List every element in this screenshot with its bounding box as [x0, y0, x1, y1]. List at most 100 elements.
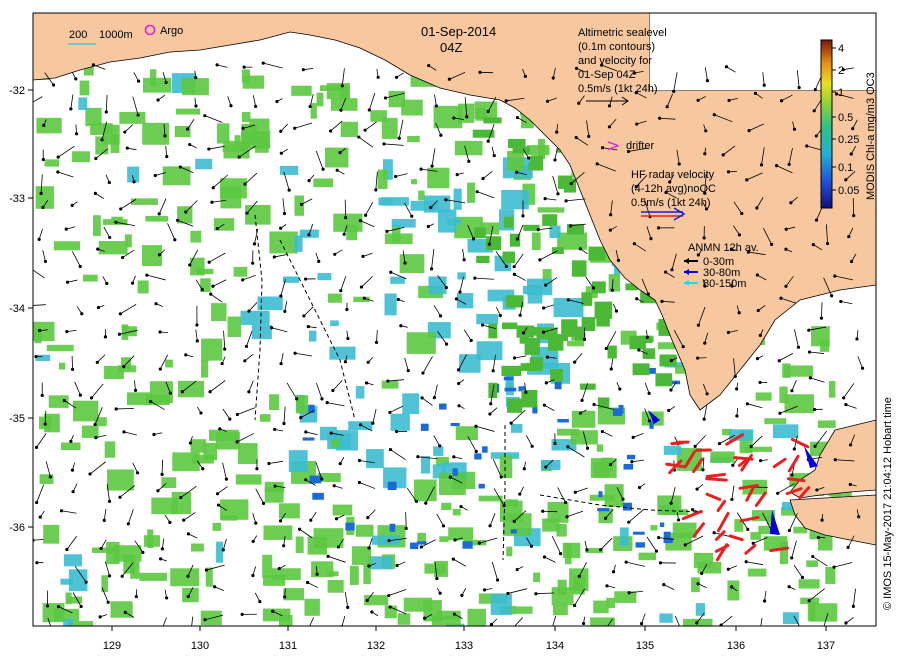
velocity-arrow-head: [201, 467, 205, 471]
chl-patch-high: [345, 522, 355, 531]
velocity-arrow-head: [79, 604, 83, 609]
velocity-arrow-head: [307, 627, 310, 630]
chl-patch-high: [623, 463, 634, 470]
isobath-label-1000: 1000m: [99, 29, 133, 41]
velocity-arrow-head: [830, 294, 834, 298]
chl-patch: [333, 213, 363, 232]
velocity-arrow-head: [812, 109, 816, 113]
chl-patch: [549, 225, 561, 238]
velocity-arrow-head: [132, 180, 136, 184]
velocity-arrow-head: [184, 210, 188, 214]
y-tick-label: -33: [9, 193, 25, 205]
chl-patch-high: [474, 453, 482, 460]
chl-patch-high: [450, 423, 460, 427]
velocity-arrow-head: [572, 603, 577, 608]
velocity-arrow-head: [600, 429, 604, 434]
chl-patch: [431, 615, 461, 626]
velocity-arrow-head: [200, 288, 204, 292]
chl-patch: [110, 601, 133, 618]
velocity-arrow-head: [852, 213, 856, 218]
velocity-arrow-head: [735, 387, 739, 391]
colorbar-tick-label: 0.5: [838, 112, 853, 124]
velocity-arrow-head: [515, 115, 520, 120]
velocity-arrow-head: [581, 621, 586, 626]
velocity-arrow-head: [518, 313, 522, 317]
velocity-arrow-head: [163, 134, 167, 138]
velocity-arrow-head: [175, 218, 180, 222]
chl-patch: [238, 443, 258, 464]
chl-patch: [551, 587, 574, 606]
velocity-arrow-head: [51, 83, 56, 87]
velocity-arrow-head: [645, 335, 649, 339]
chl-patch: [196, 268, 214, 275]
isobath-label-200: 200: [69, 29, 87, 41]
chl-patch: [279, 614, 293, 626]
chl-patch: [755, 392, 772, 401]
velocity-arrow-head: [705, 79, 710, 83]
velocity-arrow-head: [598, 548, 603, 552]
velocity-arrow-head: [792, 127, 797, 131]
velocity-arrow-head: [254, 521, 258, 525]
velocity-arrow-head: [70, 468, 75, 472]
velocity-arrow-head: [693, 444, 697, 448]
velocity-arrow-head: [395, 563, 399, 568]
velocity-arrow-head: [35, 561, 39, 565]
velocity-arrow-head: [499, 475, 503, 479]
velocity-arrow-head: [669, 388, 673, 392]
velocity-arrow-head: [607, 125, 612, 129]
hf-radar-vector: [733, 456, 754, 461]
velocity-arrow-head: [813, 88, 817, 92]
velocity-arrow-head: [308, 104, 312, 109]
velocity-arrow-head: [93, 422, 97, 427]
velocity-arrow-head: [59, 509, 64, 513]
chl-patch: [233, 266, 248, 277]
chl-patch: [260, 414, 271, 422]
velocity-arrow-head: [365, 598, 369, 602]
velocity-arrow-head: [301, 68, 306, 72]
velocity-arrow-head: [120, 255, 125, 260]
velocity-arrow-head: [237, 155, 241, 159]
velocity-arrow-head: [839, 299, 843, 304]
chl-patch: [249, 118, 270, 131]
x-tick-label: 135: [636, 640, 654, 652]
chl-patch: [311, 561, 334, 578]
chl-patch: [245, 205, 271, 225]
chl-patch: [638, 552, 657, 561]
velocity-arrow-head: [270, 326, 274, 330]
chl-patch: [283, 588, 305, 601]
chl-patch: [339, 86, 349, 100]
velocity-arrow-head: [441, 524, 446, 528]
velocity-arrow-head: [279, 129, 283, 133]
velocity-arrow-head: [149, 399, 153, 404]
velocity-arrow-head: [94, 436, 98, 440]
velocity-arrow-head: [543, 197, 547, 201]
velocity-arrow-head: [631, 435, 635, 439]
velocity-arrow-head: [542, 555, 547, 559]
chl-patch: [507, 398, 523, 413]
chl-patch: [58, 362, 66, 370]
x-tick-label: 133: [455, 640, 473, 652]
chl-patch: [329, 346, 356, 360]
velocity-arrow-head: [821, 629, 824, 632]
velocity-arrow-head: [420, 396, 424, 400]
velocity-arrow-head: [569, 181, 573, 186]
velocity-arrow-head: [758, 333, 762, 337]
velocity-arrow-head: [618, 387, 622, 391]
velocity-arrow-head: [654, 549, 659, 553]
velocity-arrow-head: [326, 554, 330, 558]
hf-radar-vector: [705, 477, 728, 482]
velocity-arrow-head: [432, 396, 436, 400]
velocity-arrow-head: [45, 604, 50, 608]
x-axis: 129 130 131 132 133 134 135 136 137: [103, 626, 835, 652]
velocity-arrow-head: [800, 575, 805, 580]
velocity-arrow-head: [825, 241, 830, 246]
velocity-arrow-head: [703, 341, 707, 345]
velocity-arrow-head: [361, 254, 365, 259]
velocity-arrow-head: [467, 159, 471, 163]
chl-patch: [113, 545, 142, 562]
chl-patch: [502, 513, 532, 536]
velocity-arrow-head: [544, 381, 548, 385]
chl-patch: [98, 241, 128, 255]
velocity-arrow-head: [691, 507, 695, 512]
velocity-arrow-head: [429, 205, 433, 210]
